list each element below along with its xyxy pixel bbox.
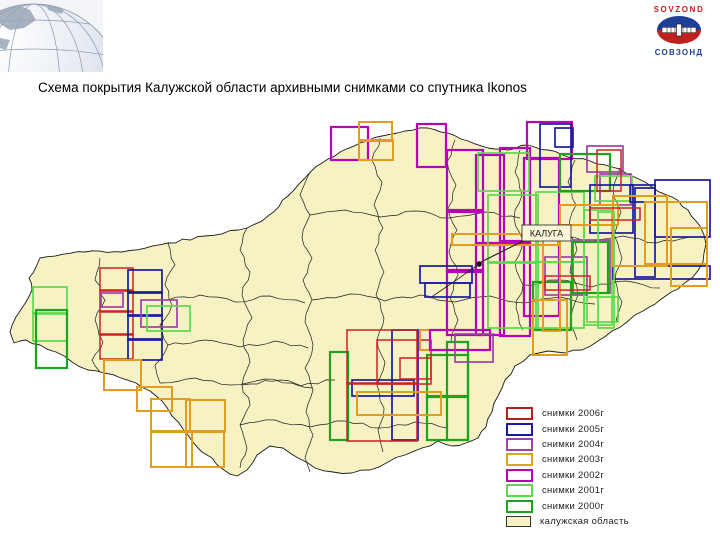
- legend-label: снимки 2002г: [542, 469, 605, 481]
- legend-item: снимки 2006г: [506, 406, 629, 421]
- legend-label: снимки 2000г: [542, 500, 605, 512]
- city-label: КАЛУГА: [530, 229, 563, 239]
- legend-item: снимки 2005г: [506, 421, 629, 436]
- legend-item: калужская область: [506, 514, 629, 529]
- legend-item: снимки 2002г: [506, 468, 629, 483]
- legend-label: снимки 2001г: [542, 485, 605, 497]
- legend-item: снимки 2003г: [506, 452, 629, 467]
- legend-swatch: [506, 515, 531, 527]
- legend-swatch: [506, 484, 533, 498]
- legend-swatch: [506, 453, 533, 467]
- legend-swatch: [506, 499, 533, 513]
- legend: снимки 2006г снимки 2005г снимки 2004г сним…: [506, 406, 629, 529]
- legend-label: снимки 2005г: [542, 423, 605, 435]
- legend-item: снимки 2004г: [506, 437, 629, 452]
- legend-label: снимки 2003г: [542, 454, 605, 466]
- legend-swatch: [506, 422, 533, 436]
- legend-swatch: [506, 407, 533, 421]
- city-marker-dot: [476, 261, 482, 267]
- legend-item: снимки 2000г: [506, 498, 629, 513]
- slide: SOVZOND СОВЗОНД Схема покрытия Калужской…: [0, 0, 720, 540]
- legend-swatch: [506, 468, 533, 482]
- legend-label: снимки 2004г: [542, 438, 605, 450]
- legend-label: снимки 2006г: [542, 408, 605, 420]
- legend-swatch: [506, 437, 533, 451]
- legend-label: калужская область: [540, 515, 629, 527]
- legend-item: снимки 2001г: [506, 483, 629, 498]
